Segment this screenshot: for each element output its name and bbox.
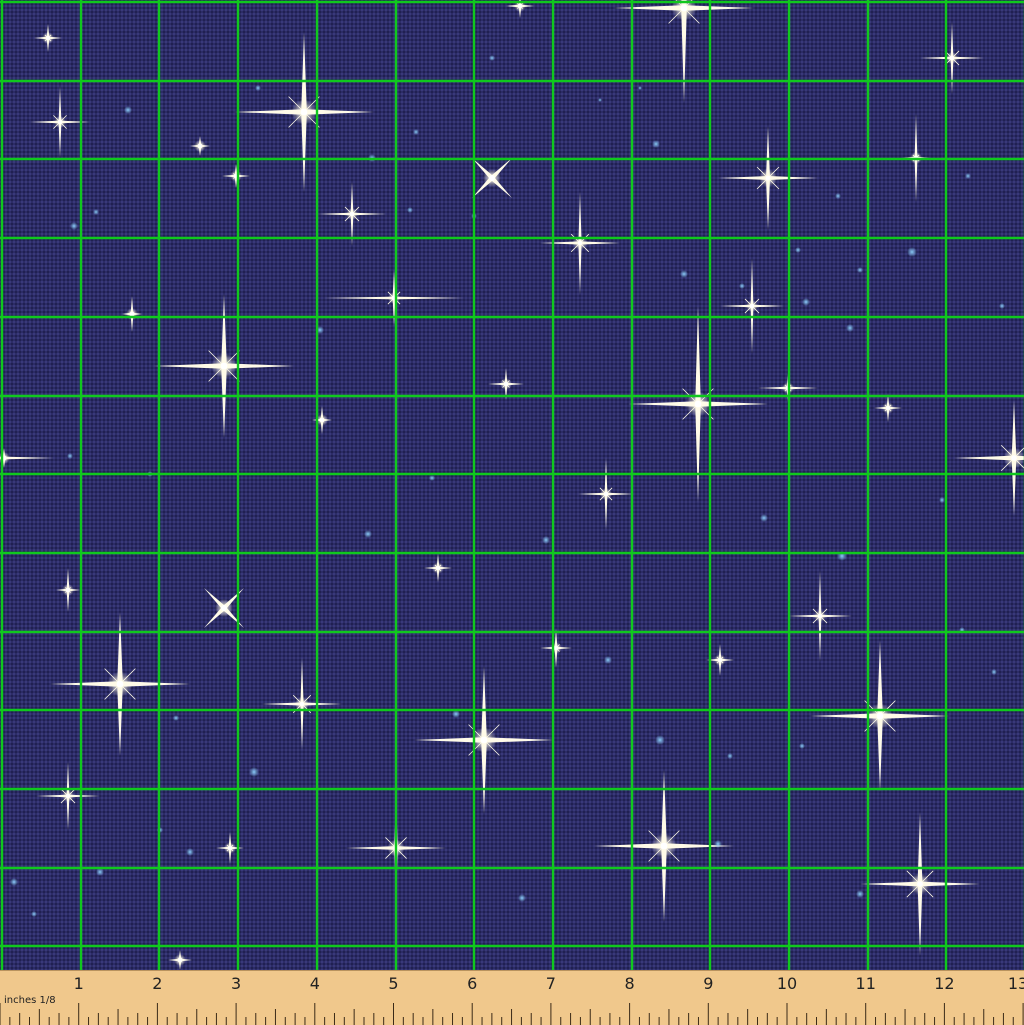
ruler-number: 8 <box>624 974 635 993</box>
ruler-number: 12 <box>934 974 955 993</box>
starry-night-fabric <box>0 0 1024 970</box>
ruler-number: 10 <box>776 974 798 993</box>
ruler-number: 5 <box>388 974 399 993</box>
ruler-number: 9 <box>703 974 714 993</box>
ruler-number: 1 <box>73 974 84 993</box>
ruler-unit-label: inches 1/8 <box>4 995 56 1006</box>
ruler-number: 2 <box>152 974 163 993</box>
ruler-number: 13 <box>1007 974 1024 993</box>
ruler-number: 4 <box>309 974 320 993</box>
ruler-number: 7 <box>545 974 556 993</box>
measurement-grid-overlay <box>0 0 1024 970</box>
ruler-number: 6 <box>467 974 478 993</box>
inch-ruler: 1 2 3 4 5 6 7 8 9 10 11 12 13 inches 1/8 <box>0 970 1024 1025</box>
ruler-number: 11 <box>855 974 876 993</box>
ruler-number: 3 <box>231 974 242 993</box>
